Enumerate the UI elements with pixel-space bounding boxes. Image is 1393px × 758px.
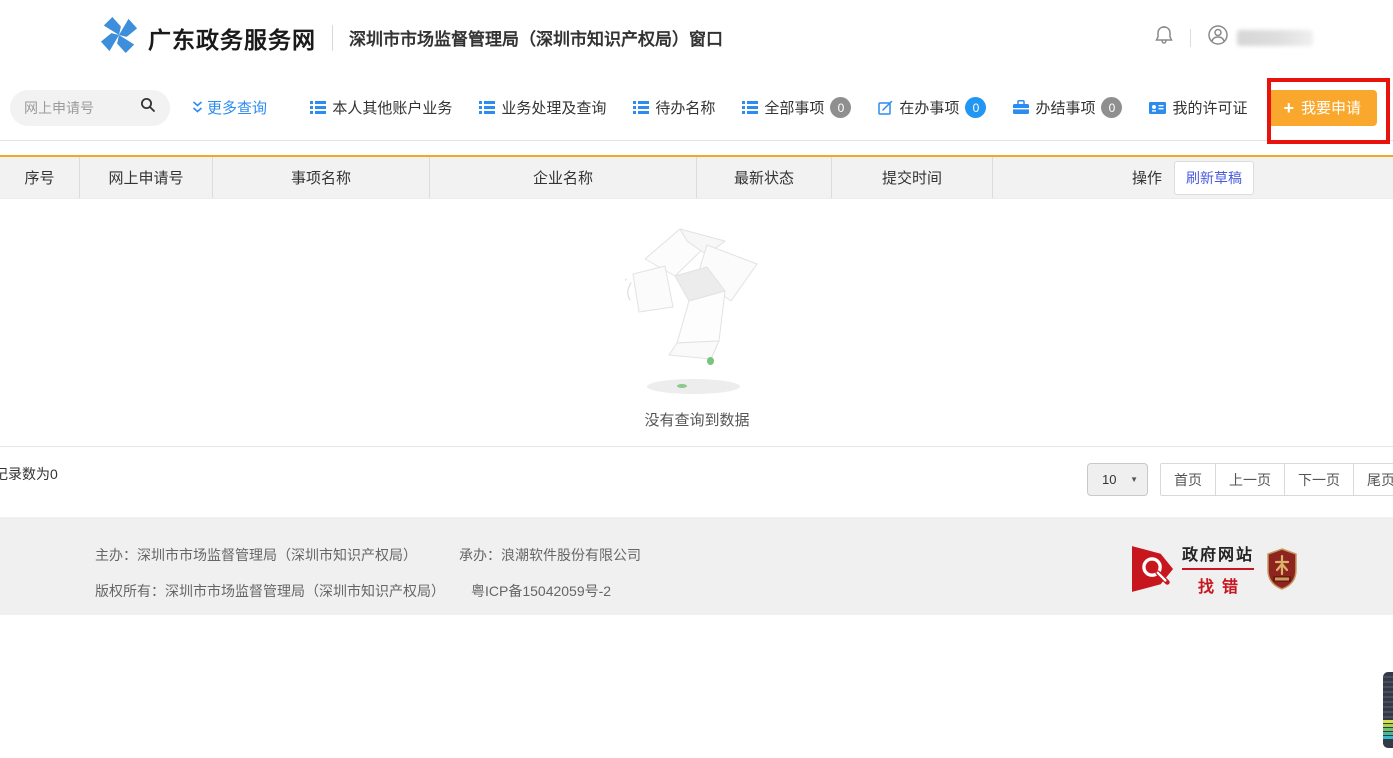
floating-widget[interactable] <box>1383 672 1393 748</box>
column-header-latest-status: 最新状态 <box>697 157 832 198</box>
table-body-area: 没有查询到数据 <box>0 199 1393 446</box>
nav-item-todo-names[interactable]: 待办名称 <box>633 97 715 118</box>
brand[interactable]: 广东政务服务网 <box>100 16 316 59</box>
apply-button-label: 我要申请 <box>1301 97 1361 118</box>
more-query-label: 更多查询 <box>207 97 267 118</box>
nav-item-completed[interactable]: 办结事项 0 <box>1013 97 1122 118</box>
footer-line1: 主办：深圳市市场监督管理局（深圳市知识产权局） 承办：浪潮软件股份有限公司 <box>95 545 641 565</box>
empty-text: 没有查询到数据 <box>587 409 807 430</box>
column-header-actions: 操作 刷新草稿 <box>993 157 1393 198</box>
footer-host: 主办：深圳市市场监督管理局（深圳市知识产权局） <box>95 547 417 563</box>
brand-name: 广东政务服务网 <box>148 21 316 55</box>
pagination-bar: 记录数为0 10 ▼ 首页 上一页 下一页 尾页 <box>0 446 1393 517</box>
nav-item-label: 本人其他账户业务 <box>332 97 452 118</box>
dropdown-arrow-icon: ▼ <box>1130 475 1138 484</box>
column-header-submit-time: 提交时间 <box>832 157 993 198</box>
pagination-buttons: 首页 上一页 下一页 尾页 <box>1160 463 1393 496</box>
nav-item-in-progress[interactable]: 在办事项 0 <box>878 97 986 118</box>
count-badge: 0 <box>965 97 986 118</box>
header-divider <box>332 25 333 51</box>
next-page-button[interactable]: 下一页 <box>1285 463 1354 496</box>
falling-dot <box>707 357 714 365</box>
username-redacted[interactable] <box>1237 30 1313 46</box>
toolbar: 更多查询 本人其他账户业务 业务处理及查询 待办名称 全部事项 0 在办事项 0… <box>0 75 1393 141</box>
footer-badges: 政府网站 找错 <box>1132 541 1298 597</box>
nav-item-label: 业务处理及查询 <box>501 97 606 118</box>
record-count: 记录数为0 <box>0 464 58 484</box>
refresh-draft-button[interactable]: 刷新草稿 <box>1174 161 1254 195</box>
count-badge: 0 <box>1101 97 1122 118</box>
widget-stripes-dark <box>1383 676 1393 720</box>
table-header-row: 序号 网上申请号 事项名称 企业名称 最新状态 提交时间 操作 刷新草稿 <box>0 155 1393 199</box>
nav-item-business-processing[interactable]: 业务处理及查询 <box>479 97 606 118</box>
site-error-label1: 政府网站 <box>1182 541 1254 570</box>
nav-item-label: 我的许可证 <box>1172 97 1247 118</box>
column-header-application-no: 网上申请号 <box>80 157 213 198</box>
plus-icon: + <box>1283 99 1294 117</box>
nav-item-other-account-business[interactable]: 本人其他账户业务 <box>310 97 452 118</box>
actions-label: 操作 <box>1132 167 1162 188</box>
edit-icon <box>878 100 893 115</box>
list-icon <box>310 101 326 114</box>
prev-page-button[interactable]: 上一页 <box>1216 463 1285 496</box>
nav-item-label: 在办事项 <box>899 97 959 118</box>
site-error-magnifier-icon <box>1132 545 1174 593</box>
nav-item-all-items[interactable]: 全部事项 0 <box>742 97 851 118</box>
list-icon <box>633 101 649 114</box>
double-chevron-down-icon <box>192 101 203 114</box>
idcard-icon <box>1149 101 1166 115</box>
briefcase-icon <box>1013 100 1029 115</box>
footer-line2: 版权所有：深圳市市场监督管理局（深圳市知识产权局） 粤ICP备15042059号-… <box>95 581 611 601</box>
site-error-label2: 找错 <box>1190 573 1246 597</box>
site-error-badge[interactable]: 政府网站 找错 <box>1132 541 1254 597</box>
empty-state: 没有查询到数据 <box>587 199 807 364</box>
government-shield-badge[interactable] <box>1266 548 1298 590</box>
pinwheel-logo-icon <box>100 16 138 59</box>
nav-item-label: 全部事项 <box>764 97 824 118</box>
page-title: 深圳市市场监督管理局（深圳市知识产权局）窗口 <box>349 25 723 50</box>
nav-menu: 本人其他账户业务 业务处理及查询 待办名称 全部事项 0 在办事项 0 办结事项… <box>310 97 1247 118</box>
footer-icp: 粤ICP备15042059号-2 <box>471 583 611 599</box>
apply-button[interactable]: + 我要申请 <box>1267 90 1377 126</box>
list-icon <box>479 101 495 114</box>
more-query-link[interactable]: 更多查询 <box>192 97 267 118</box>
nav-item-my-licenses[interactable]: 我的许可证 <box>1149 97 1247 118</box>
search-icon[interactable] <box>140 97 156 118</box>
count-badge: 0 <box>830 97 851 118</box>
widget-stripes-colored <box>1383 720 1393 744</box>
nav-item-label: 办结事项 <box>1035 97 1095 118</box>
shadow-dot <box>677 384 687 388</box>
footer-undertake: 承办：浪潮软件股份有限公司 <box>459 547 641 563</box>
column-header-seq: 序号 <box>0 157 80 198</box>
page-header: 广东政务服务网 深圳市市场监督管理局（深圳市知识产权局）窗口 <box>0 0 1393 75</box>
user-avatar-icon[interactable] <box>1207 24 1229 51</box>
nav-item-label: 待办名称 <box>655 97 715 118</box>
page-size-select[interactable]: 10 ▼ <box>1087 463 1148 496</box>
search-box[interactable] <box>10 90 170 126</box>
footer-copyright: 版权所有：深圳市市场监督管理局（深圳市知识产权局） <box>95 583 445 599</box>
header-right-divider <box>1190 29 1191 47</box>
shadow-ellipse <box>647 379 740 394</box>
search-input[interactable] <box>24 100 140 116</box>
last-page-button[interactable]: 尾页 <box>1354 463 1393 496</box>
empty-box-illustration <box>625 219 775 364</box>
column-header-company-name: 企业名称 <box>430 157 697 198</box>
bell-icon[interactable] <box>1154 24 1174 51</box>
column-header-item-name: 事项名称 <box>213 157 430 198</box>
page-size-value: 10 <box>1102 472 1116 487</box>
list-icon <box>742 101 758 114</box>
first-page-button[interactable]: 首页 <box>1160 463 1216 496</box>
page-footer: 主办：深圳市市场监督管理局（深圳市知识产权局） 承办：浪潮软件股份有限公司 版权所… <box>0 517 1393 615</box>
